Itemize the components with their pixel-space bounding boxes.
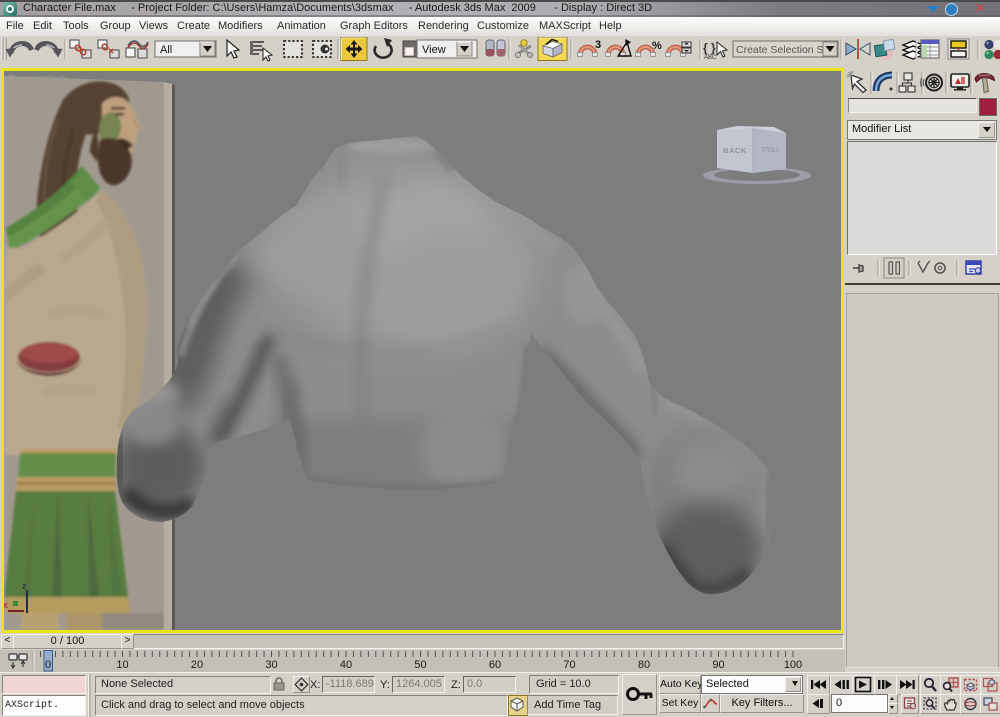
svg-text:View: View	[422, 44, 446, 56]
svg-text:Create Selection Set: Create Selection Set	[736, 44, 832, 56]
svg-text:30: 30	[265, 659, 277, 671]
svg-text:70: 70	[563, 659, 575, 671]
svg-text:x: x	[4, 600, 8, 610]
svg-text:10: 10	[116, 659, 128, 671]
svg-text:BACK: BACK	[723, 146, 747, 155]
svg-text:60: 60	[489, 659, 501, 671]
svg-text:3: 3	[595, 39, 601, 51]
svg-text:ABC: ABC	[704, 55, 717, 61]
svg-text:100: 100	[784, 659, 802, 671]
svg-text:%: %	[652, 40, 662, 52]
svg-text:z: z	[22, 581, 27, 591]
svg-text:{ }: { }	[703, 41, 716, 55]
svg-text:0: 0	[45, 659, 51, 671]
svg-text:50: 50	[414, 659, 426, 671]
svg-text:LEFT: LEFT	[761, 147, 779, 154]
svg-text:80: 80	[638, 659, 650, 671]
svg-text:All: All	[160, 44, 172, 56]
svg-text:90: 90	[712, 659, 724, 671]
svg-text:20: 20	[191, 659, 203, 671]
svg-text:40: 40	[340, 659, 352, 671]
